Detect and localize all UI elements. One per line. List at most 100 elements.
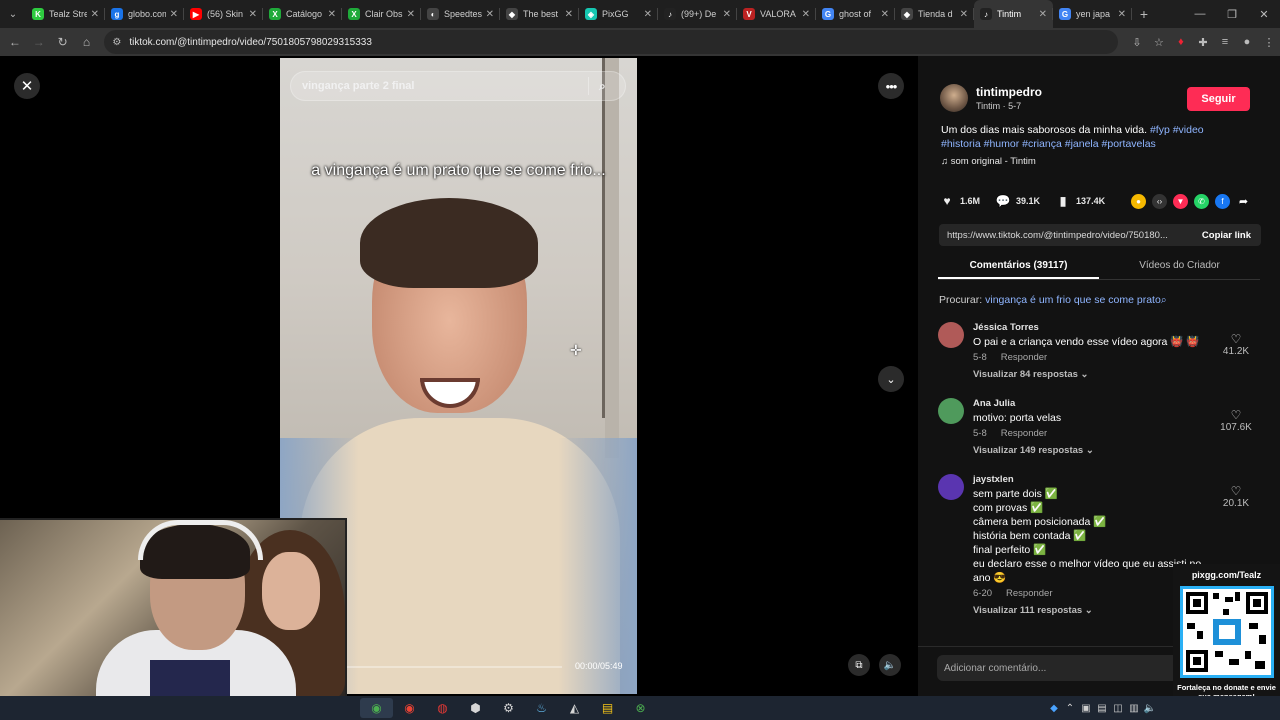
tab-close-icon[interactable]: ✕ <box>644 9 652 20</box>
tray-icon-4[interactable]: ▥ <box>1126 698 1142 718</box>
settings-gear-icon[interactable]: ⚙ <box>492 698 525 718</box>
view-replies-link[interactable]: Visualizar 149 respostas ⌄ <box>973 445 1218 456</box>
xbox-icon[interactable]: ⊗ <box>624 698 657 718</box>
save-stat[interactable]: ▮ 137.4K <box>1056 194 1105 208</box>
embed-code-icon[interactable]: ‹› <box>1152 194 1167 209</box>
menu-kebab-icon[interactable]: ⋮ <box>1258 36 1280 49</box>
tab-comments[interactable]: Comentários (39117) <box>938 254 1099 279</box>
tab-close-icon[interactable]: ✕ <box>328 9 336 20</box>
coin-share-icon[interactable]: ● <box>1131 194 1146 209</box>
tray-icon-1[interactable]: ▣ <box>1078 698 1094 718</box>
reply-link[interactable]: Responder <box>1006 588 1052 599</box>
comment-like[interactable]: ♡ 20.1K <box>1216 484 1256 509</box>
author-name[interactable]: tintimpedro <box>976 85 1042 99</box>
browser-tab[interactable]: g globo.com ✕ <box>105 0 184 28</box>
volume-icon[interactable]: 🔈 <box>879 654 901 676</box>
tab-close-icon[interactable]: ✕ <box>723 9 731 20</box>
browser-tab[interactable]: Gyen japa ✕ <box>1053 0 1132 28</box>
media-controls-icon[interactable]: ≡ <box>1214 36 1236 49</box>
reply-link[interactable]: Responder <box>1001 352 1047 363</box>
tab-close-icon[interactable]: ✕ <box>170 9 178 20</box>
stack-app-icon[interactable]: ◭ <box>558 698 591 718</box>
sound-link[interactable]: ♫ som original - Tintim <box>941 156 1036 167</box>
commenter-name[interactable]: Ana Julia <box>973 398 1218 409</box>
commenter-avatar[interactable] <box>938 474 964 500</box>
obs-icon[interactable]: ◍ <box>426 698 459 718</box>
comment-like[interactable]: ♡ 41.2K <box>1216 332 1256 357</box>
tab-close-icon[interactable]: ✕ <box>249 9 257 20</box>
close-window-icon[interactable]: ✕ <box>1248 0 1280 28</box>
site-info-icon[interactable]: ⚙ <box>112 37 121 48</box>
browser-tab[interactable]: ▶ (56) Skin ✕ <box>184 0 263 28</box>
tray-speaker-icon[interactable]: 🔈 <box>1142 698 1158 718</box>
tray-expand-icon[interactable]: ⌃ <box>1062 698 1078 718</box>
browser-tab[interactable]: X Catálogo ✕ <box>263 0 342 28</box>
procurar-query[interactable]: vingança é um frio que se come prato <box>985 294 1161 306</box>
browser-tab[interactable]: ◈ PixGG ✕ <box>579 0 658 28</box>
author-block[interactable]: tintimpedro Tintim · 5-7 <box>940 84 1042 112</box>
back-icon[interactable]: ← <box>3 30 27 54</box>
heart-outline-icon[interactable]: ♡ <box>1216 332 1256 346</box>
comment-like[interactable]: ♡ 107.6K <box>1216 408 1256 433</box>
tray-drop-icon[interactable]: ◆ <box>1046 698 1062 718</box>
tray-icon-3[interactable]: ◫ <box>1110 698 1126 718</box>
browser-tab[interactable]: ♪ Tintim ✕ <box>974 0 1053 28</box>
video-search-input[interactable]: vingança parte 2 final ⌕ <box>290 71 626 101</box>
tab-close-icon[interactable]: ✕ <box>486 9 494 20</box>
whatsapp-icon[interactable]: ✆ <box>1194 194 1209 209</box>
reply-link[interactable]: Responder <box>1001 428 1047 439</box>
like-stat[interactable]: ♥ 1.6M <box>940 194 980 208</box>
tab-creator-videos[interactable]: Vídeos do Criador <box>1099 254 1260 279</box>
tab-close-icon[interactable]: ✕ <box>881 9 889 20</box>
new-tab-button[interactable]: + <box>1132 6 1156 22</box>
security-shield-icon[interactable]: ⬢ <box>459 698 492 718</box>
video-link-text[interactable]: https://www.tiktok.com/@tintimpedro/vide… <box>947 230 1202 241</box>
commenter-name[interactable]: Jéssica Torres <box>973 322 1218 333</box>
extension-icon[interactable]: ♦ <box>1170 36 1192 49</box>
follow-button[interactable]: Seguir <box>1187 87 1250 111</box>
heart-outline-icon[interactable]: ♡ <box>1216 408 1256 422</box>
browser-tab[interactable]: K Tealz Stre ✕ <box>26 0 105 28</box>
picture-in-picture-icon[interactable]: ⧉ <box>848 654 870 676</box>
chrome-canary-icon[interactable]: ◉ <box>393 698 426 718</box>
steam-icon[interactable]: ♨ <box>525 698 558 718</box>
author-avatar[interactable] <box>940 84 968 112</box>
forward-icon[interactable]: → <box>27 30 51 54</box>
browser-tab[interactable]: V VALORA ✕ <box>737 0 816 28</box>
chrome-icon[interactable]: ◉ <box>360 698 393 718</box>
next-video-chevron-down-icon[interactable]: ⌄ <box>878 366 904 392</box>
browser-tab[interactable]: X Clair Obs ✕ <box>342 0 421 28</box>
view-replies-link[interactable]: Visualizar 84 respostas ⌄ <box>973 369 1218 380</box>
file-explorer-icon[interactable]: ▤ <box>591 698 624 718</box>
search-icon[interactable]: ⌕ <box>599 79 615 94</box>
commenter-avatar[interactable] <box>938 398 964 424</box>
facebook-icon[interactable]: f <box>1215 194 1230 209</box>
tab-search-icon[interactable]: ⌄ <box>0 0 26 28</box>
extensions-puzzle-icon[interactable]: ✚ <box>1192 36 1214 49</box>
browser-tab[interactable]: ◆ Tienda d ✕ <box>895 0 974 28</box>
url-field[interactable]: ⚙ tiktok.com/@tintimpedro/video/75018057… <box>104 30 1118 54</box>
tray-icon-2[interactable]: ▤ <box>1094 698 1110 718</box>
tab-close-icon[interactable]: ✕ <box>407 9 415 20</box>
tab-close-icon[interactable]: ✕ <box>1039 9 1047 20</box>
reload-icon[interactable]: ↻ <box>51 30 75 54</box>
comment-stat[interactable]: 💬 39.1K <box>996 194 1041 208</box>
tab-close-icon[interactable]: ✕ <box>960 9 968 20</box>
browser-tab[interactable]: Gghost of ✕ <box>816 0 895 28</box>
home-icon[interactable]: ⌂ <box>75 30 99 54</box>
tab-close-icon[interactable]: ✕ <box>1118 9 1126 20</box>
restore-icon[interactable]: ❐ <box>1216 0 1248 28</box>
more-options-icon[interactable]: ••• <box>878 73 904 99</box>
close-video-button[interactable]: ✕ <box>14 73 40 99</box>
commenter-name[interactable]: jaystxlen <box>973 474 1218 485</box>
minimize-icon[interactable]: — <box>1184 0 1216 28</box>
browser-tab[interactable]: ◆ The best ✕ <box>500 0 579 28</box>
tab-close-icon[interactable]: ✕ <box>91 9 99 20</box>
send-share-icon[interactable]: ▼ <box>1173 194 1188 209</box>
tab-close-icon[interactable]: ✕ <box>565 9 573 20</box>
bookmark-star-icon[interactable]: ☆ <box>1148 36 1170 49</box>
profile-avatar-icon[interactable]: ● <box>1236 36 1258 49</box>
copy-link-button[interactable]: Copiar link <box>1202 230 1251 241</box>
share-arrow-icon[interactable]: ➦ <box>1236 194 1251 209</box>
search-suggestion[interactable]: Procurar: vingança é um frio que se come… <box>939 294 1167 307</box>
